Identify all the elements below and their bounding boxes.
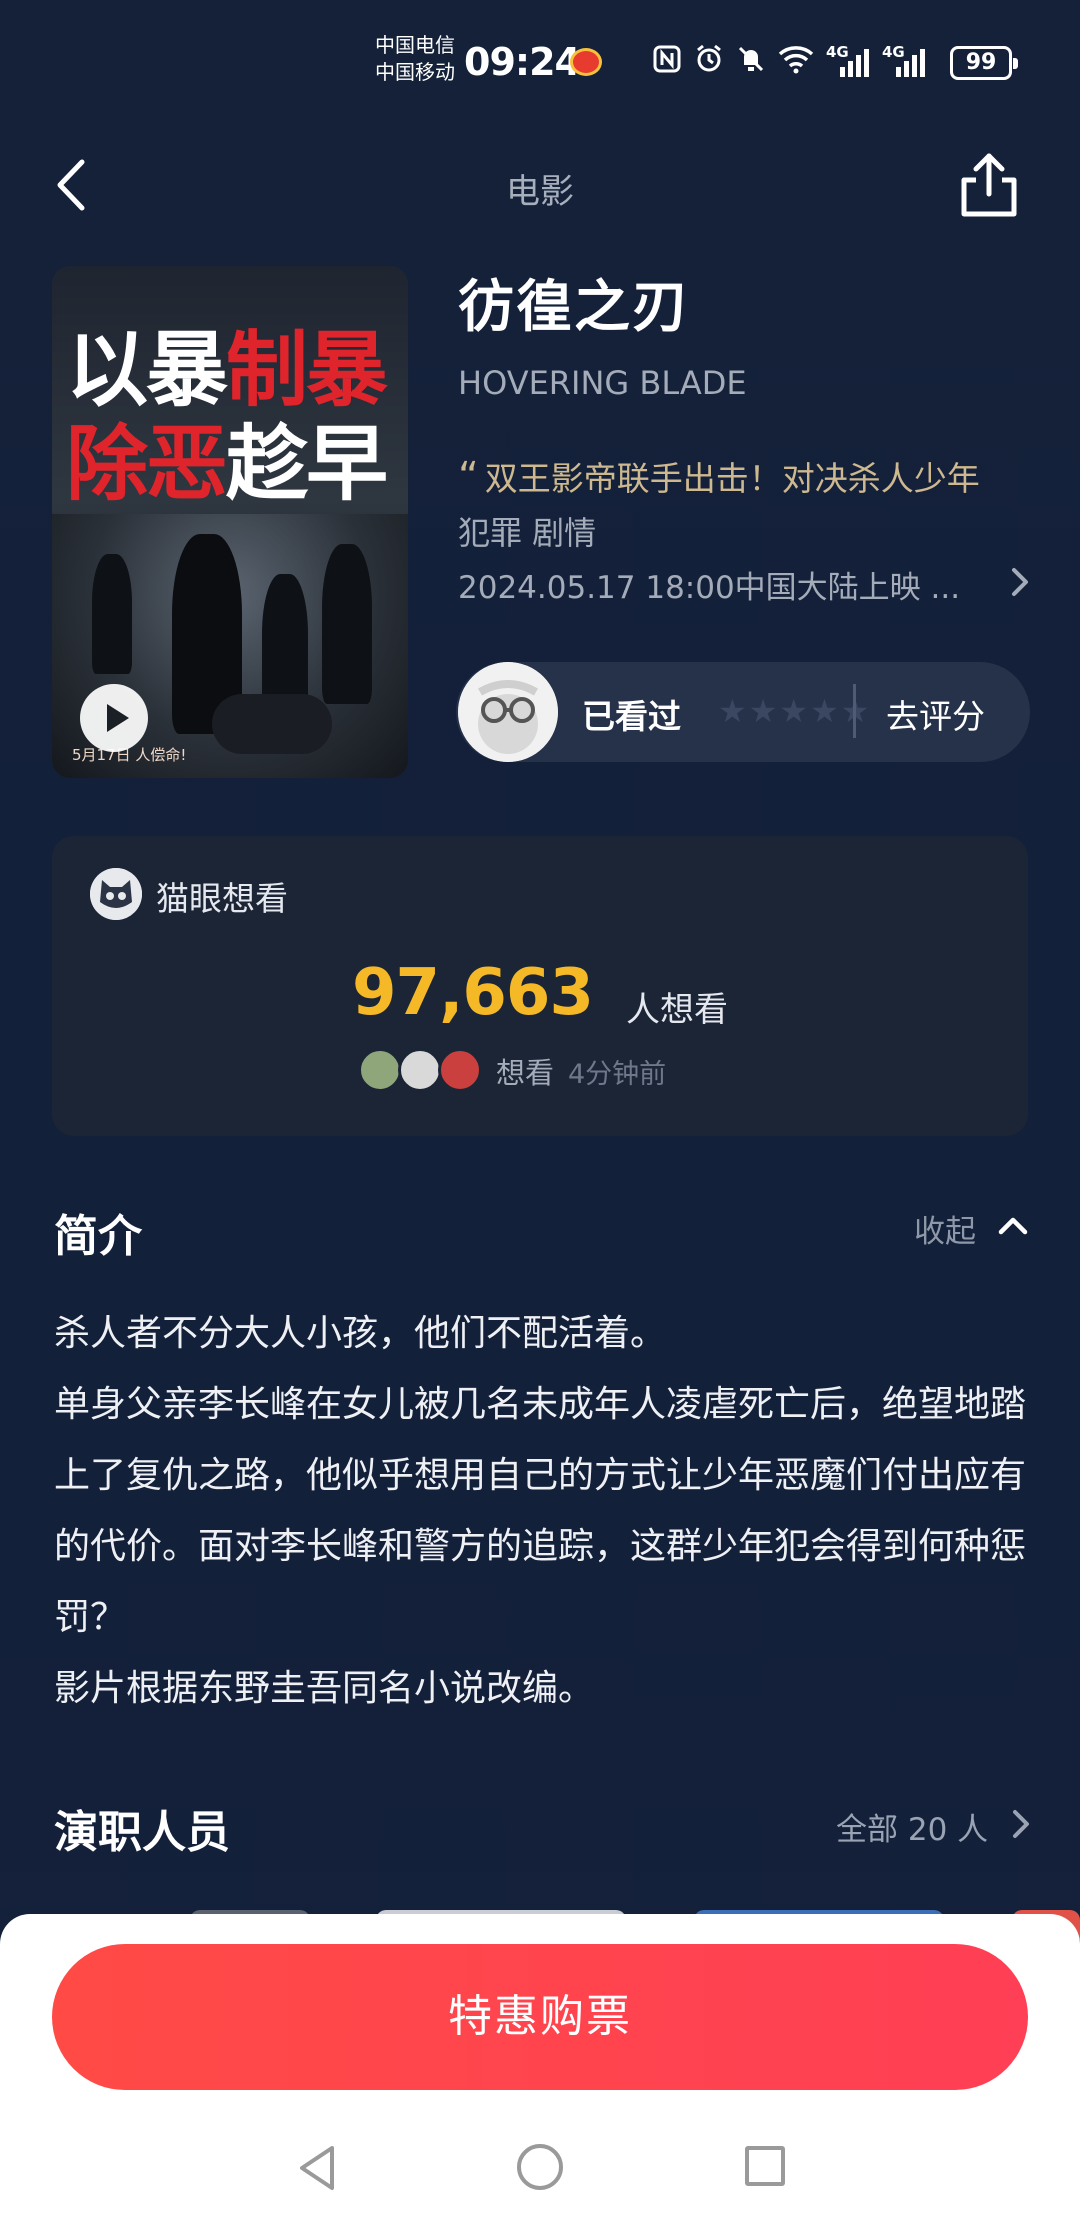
signal-1-icon: 4G <box>826 43 870 79</box>
intro-text: 杀人者不分大人小孩，他们不配活着。 单身父亲李长峰在女儿被几名未成年人凌虐死亡后… <box>54 1298 1034 1724</box>
recent-action: 想看 <box>496 1056 555 1090</box>
nav-home-button[interactable] <box>517 2144 563 2190</box>
chevron-right-icon <box>1012 568 1028 596</box>
movie-detail-page: 中国电信 中国移动 09:24 4G 4G 99 电影 以暴制暴 除恶趁早 5月… <box>0 0 1080 2228</box>
status-bar: 中国电信 中国移动 09:24 4G 4G 99 <box>0 0 1080 130</box>
share-icon <box>961 153 1017 217</box>
carrier-1: 中国电信 <box>375 33 455 57</box>
poster-headline-1: 以暴制暴 <box>66 323 388 418</box>
system-nav-bar <box>0 2120 1080 2228</box>
watched-rating-bar: 已看过 ★★★★★ 去评分 <box>456 662 1030 762</box>
rating-divider <box>853 684 856 738</box>
release-more-button[interactable] <box>1005 564 1035 600</box>
want-count-suffix: 人想看 <box>626 990 728 1030</box>
release-info[interactable]: 2024.05.17 18:00中国大陆上映 ... <box>458 562 960 607</box>
page-title: 电影 <box>506 172 574 212</box>
battery-indicator: 99 <box>950 46 1018 80</box>
want-source-label: 猫眼想看 <box>156 879 288 918</box>
quote-icon: “ <box>458 454 479 500</box>
chevron-up-icon <box>998 1217 1028 1235</box>
maoyan-cat-icon <box>90 868 142 920</box>
recent-time: 4分钟前 <box>568 1059 667 1090</box>
nfc-icon <box>652 44 682 81</box>
want-count: 97,663 <box>352 956 594 1030</box>
movie-english-title: HOVERING BLADE <box>458 364 747 402</box>
intro-paragraph: 影片根据东野圭吾同名小说改编。 <box>54 1668 595 1709</box>
alarm-icon <box>694 44 724 81</box>
user-avatar <box>458 662 558 762</box>
slogan-text: 双王影帝联手出击！对决杀人少年 <box>484 459 980 498</box>
play-trailer-button[interactable] <box>80 684 148 752</box>
intro-paragraph: 单身父亲李长峰在女儿被几名未成年人凌虐死亡后，绝望地踏上了复仇之路，他似乎想用自… <box>54 1384 1027 1638</box>
chevron-right-icon <box>1013 1810 1029 1838</box>
signal-2-icon: 4G <box>882 43 926 79</box>
want-to-see-card: 猫眼想看 97,663 人想看 想看 4分钟前 <box>52 836 1028 1136</box>
avatar <box>358 1048 402 1092</box>
cast-more-button[interactable] <box>1006 1806 1036 1842</box>
buy-ticket-button[interactable]: 特惠购票 <box>52 1944 1028 2090</box>
cast-all-link[interactable]: 全部 20 人 <box>836 1804 988 1849</box>
poster-headline-2: 除恶趁早 <box>66 417 388 512</box>
status-icons: 4G 4G <box>652 43 926 81</box>
share-button[interactable] <box>956 150 1022 222</box>
nav-recents-button[interactable] <box>745 2146 785 2186</box>
intro-paragraph: 杀人者不分大人小孩，他们不配活着。 <box>54 1313 667 1354</box>
movie-title: 彷徨之刃 <box>458 275 690 340</box>
watched-label[interactable]: 已看过 <box>582 690 681 738</box>
rate-button[interactable]: 去评分 <box>886 690 985 738</box>
status-time: 09:24 <box>464 40 581 84</box>
rating-stars[interactable]: ★★★★★ <box>718 692 871 730</box>
triangle-back-icon <box>300 2146 334 2190</box>
intro-heading: 简介 <box>54 1211 142 1262</box>
weibo-icon <box>570 48 602 76</box>
avatar <box>438 1048 482 1092</box>
nav-back-button[interactable] <box>294 2142 340 2194</box>
carrier-2: 中国移动 <box>375 60 455 84</box>
wifi-icon <box>778 44 814 81</box>
movie-slogan: “双王影帝联手出击！对决杀人少年 <box>458 452 980 500</box>
movie-genre: 犯罪 剧情 <box>458 514 597 552</box>
avatar <box>398 1048 442 1092</box>
recent-user-avatars <box>358 1048 490 1092</box>
mute-icon <box>736 44 766 81</box>
collapse-button[interactable]: 收起 <box>914 1206 976 1251</box>
collapse-toggle[interactable] <box>996 1210 1030 1240</box>
carrier-info: 中国电信 中国移动 <box>375 32 455 86</box>
cast-heading: 演职人员 <box>54 1807 230 1858</box>
